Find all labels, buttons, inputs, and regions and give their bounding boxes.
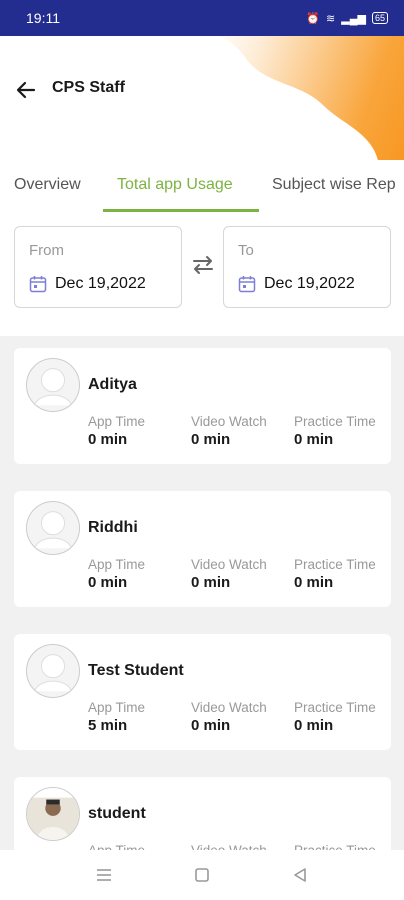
status-time: 19:11 (26, 10, 60, 26)
tab-bar: Overview Total app Usage Subject wise Re… (0, 160, 404, 212)
practice-time-stat: Practice Time (294, 843, 376, 850)
tab-total-app-usage[interactable]: Total app Usage (117, 176, 233, 194)
video-watch-value: 0 min (191, 574, 231, 591)
page-title: CPS Staff (52, 79, 125, 96)
practice-time-value: 0 min (294, 717, 334, 734)
video-watch-label: Video Watch (191, 414, 267, 429)
student-name: Aditya (88, 376, 137, 393)
app-time-label: App Time (88, 700, 146, 715)
app-time-value: 5 min (88, 717, 128, 734)
tab-overview[interactable]: Overview (14, 176, 81, 194)
signal-icon: ▂▄▆ (341, 12, 366, 25)
calendar-icon (238, 276, 256, 293)
back-arrow-icon[interactable] (14, 78, 38, 102)
practice-time-label: Practice Time (294, 414, 376, 429)
swap-dates-icon[interactable] (190, 252, 216, 278)
to-label: To (238, 242, 254, 259)
video-watch-stat: Video Watch 0 min (191, 414, 267, 448)
recent-apps-icon[interactable] (94, 865, 114, 885)
wifi-icon: ≋ (326, 12, 336, 25)
active-tab-indicator (103, 209, 259, 212)
video-watch-stat: Video Watch 0 min (191, 557, 267, 591)
video-watch-value: 0 min (191, 717, 231, 734)
from-label: From (29, 242, 64, 259)
student-card[interactable]: student App Time Video Watch Practice Ti… (14, 777, 391, 850)
from-date-picker[interactable]: From Dec 19,2022 (14, 226, 182, 308)
video-watch-value: 0 min (191, 431, 231, 448)
video-watch-stat: Video Watch 0 min (191, 700, 267, 734)
battery-icon: 65 (371, 12, 388, 24)
practice-time-stat: Practice Time 0 min (294, 700, 376, 734)
alarm-icon: ⏰ (306, 12, 321, 25)
app-time-label: App Time (88, 414, 146, 429)
video-watch-label: Video Watch (191, 557, 267, 572)
practice-time-stat: Practice Time 0 min (294, 414, 376, 448)
practice-time-label: Practice Time (294, 557, 376, 572)
status-bar: 19:11 ⏰ ≋ ▂▄▆ 65 (0, 0, 404, 36)
student-name: Test Student (88, 662, 184, 679)
home-icon[interactable] (192, 865, 212, 885)
app-time-stat: App Time 0 min (88, 414, 145, 448)
practice-time-label: Practice Time (294, 843, 376, 850)
calendar-icon (29, 276, 47, 293)
student-name: student (88, 805, 146, 822)
video-watch-label: Video Watch (191, 843, 267, 850)
student-name: Riddhi (88, 519, 138, 536)
to-date-picker[interactable]: To Dec 19,2022 (223, 226, 391, 308)
video-watch-stat: Video Watch (191, 843, 267, 850)
system-nav-bar (0, 850, 404, 900)
video-watch-label: Video Watch (191, 700, 267, 715)
student-photo-avatar (26, 787, 80, 841)
app-time-value: 0 min (88, 574, 128, 591)
app-header: CPS Staff (0, 36, 404, 160)
student-list[interactable]: Aditya App Time 0 min Video Watch 0 min … (0, 336, 404, 850)
practice-time-value: 0 min (294, 574, 334, 591)
student-card[interactable]: Aditya App Time 0 min Video Watch 0 min … (14, 348, 391, 464)
student-card[interactable]: Riddhi App Time 0 min Video Watch 0 min … (14, 491, 391, 607)
app-time-stat: App Time 0 min (88, 557, 145, 591)
app-time-label: App Time (88, 843, 145, 850)
app-time-label: App Time (88, 557, 146, 572)
app-time-stat: App Time (88, 843, 145, 850)
practice-time-stat: Practice Time 0 min (294, 557, 376, 591)
student-card[interactable]: Test Student App Time 5 min Video Watch … (14, 634, 391, 750)
to-date-value: Dec 19,2022 (264, 275, 355, 292)
avatar-placeholder-icon (26, 501, 80, 555)
avatar-placeholder-icon (26, 358, 80, 412)
from-date-value: Dec 19,2022 (55, 275, 146, 292)
back-icon[interactable] (290, 865, 310, 885)
app-time-stat: App Time 5 min (88, 700, 145, 734)
practice-time-label: Practice Time (294, 700, 376, 715)
practice-time-value: 0 min (294, 431, 334, 448)
tab-subject-wise-report[interactable]: Subject wise Rep (272, 176, 396, 194)
app-time-value: 0 min (88, 431, 128, 448)
status-icons: ⏰ ≋ ▂▄▆ 65 (306, 12, 388, 25)
avatar-placeholder-icon (26, 644, 80, 698)
header-decoration (218, 36, 404, 160)
